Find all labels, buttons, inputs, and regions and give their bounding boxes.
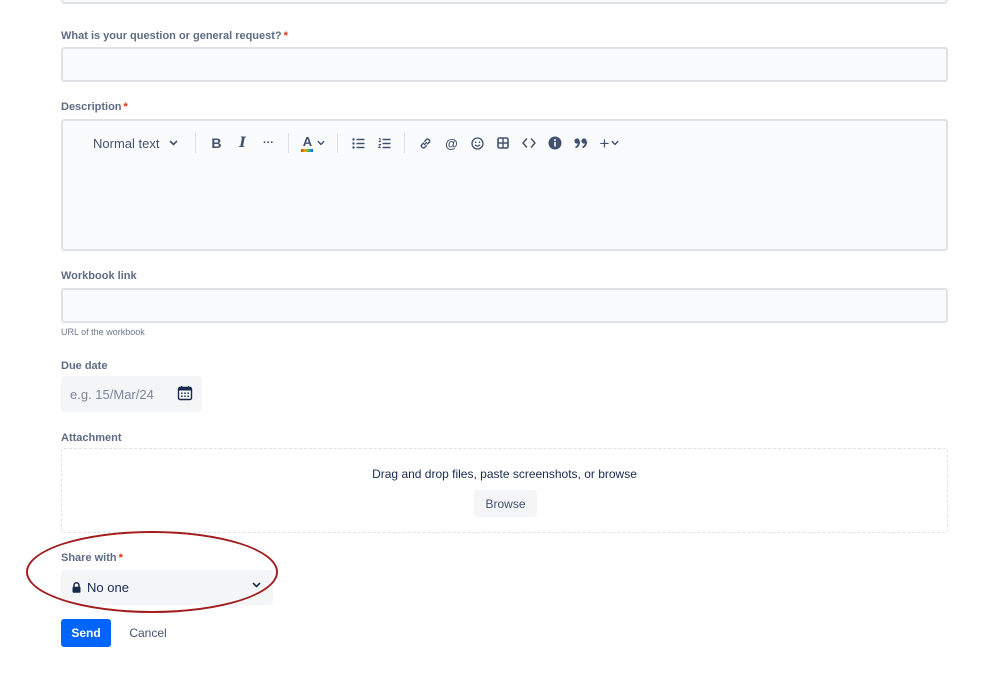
color-bar [301,148,314,152]
description-editor[interactable]: Normal text B I ··· A @ + [61,119,948,251]
lock-icon [72,582,81,593]
numbered-list-icon [377,137,391,148]
required-mark: * [118,552,123,564]
toolbar-divider [288,133,290,153]
due-date-input[interactable]: e.g. 15/Mar/24 [61,376,202,412]
text-color-icon: A [301,133,314,152]
share-with-label: Share with * [61,552,123,564]
toolbar-divider [404,133,406,153]
due-date-label: Due date [61,360,108,372]
due-date-placeholder: e.g. 15/Mar/24 [70,386,154,402]
send-button[interactable]: Send [61,619,111,647]
required-mark: * [283,30,288,42]
toolbar-divider [337,133,339,153]
bullet-list-icon [352,137,365,149]
share-with-select[interactable]: No one [61,570,273,605]
table-button[interactable] [492,131,514,155]
required-mark: * [123,101,128,113]
numbered-list-button[interactable] [373,131,395,155]
workbook-helper-text: URL of the workbook [61,327,145,337]
description-label-text: Description [61,101,122,113]
emoji-icon [471,136,484,150]
share-with-value: No one [87,580,129,595]
text-color-button[interactable]: A [298,131,328,155]
more-formatting-button[interactable]: ··· [257,131,279,155]
workbook-label: Workbook link [61,270,137,282]
code-button[interactable] [518,131,540,155]
insert-more-button[interactable]: + [596,131,622,155]
link-icon [420,137,431,149]
bold-button[interactable]: B [205,131,227,155]
description-label: Description * [61,101,128,113]
question-label: What is your question or general request… [61,30,288,42]
emoji-button[interactable] [466,131,488,155]
link-button[interactable] [414,131,436,155]
text-style-label: Normal text [93,135,160,151]
text-style-dropdown[interactable]: Normal text [89,131,186,155]
dropzone-text: Drag and drop files, paste screenshots, … [372,467,637,481]
info-panel-button[interactable] [544,131,566,155]
mention-button[interactable]: @ [440,131,462,155]
cancel-button[interactable]: Cancel [120,619,176,647]
editor-toolbar: Normal text B I ··· A @ + [89,131,626,155]
info-icon [548,136,562,150]
chevron-down-icon [252,582,261,588]
share-with-label-text: Share with [61,552,117,564]
browse-button[interactable]: Browse [474,490,537,517]
toolbar-divider [195,133,197,153]
plus-icon: + [599,133,610,153]
chevron-down-icon [317,140,326,146]
table-icon [497,137,510,149]
chevron-down-icon [169,140,179,146]
bullet-list-button[interactable] [347,131,369,155]
previous-field-input[interactable] [61,0,948,4]
italic-button[interactable]: I [231,131,253,155]
question-label-text: What is your question or general request… [61,30,282,42]
workbook-link-input[interactable] [61,288,948,323]
text-color-letter: A [302,133,313,149]
calendar-icon[interactable] [177,385,193,401]
question-input[interactable] [61,47,948,82]
quote-button[interactable] [570,131,592,155]
attachment-dropzone[interactable]: Drag and drop files, paste screenshots, … [61,448,948,533]
chevron-down-icon [611,140,620,146]
quote-icon [574,138,588,148]
attachment-label: Attachment [61,432,122,444]
code-icon [522,138,537,148]
